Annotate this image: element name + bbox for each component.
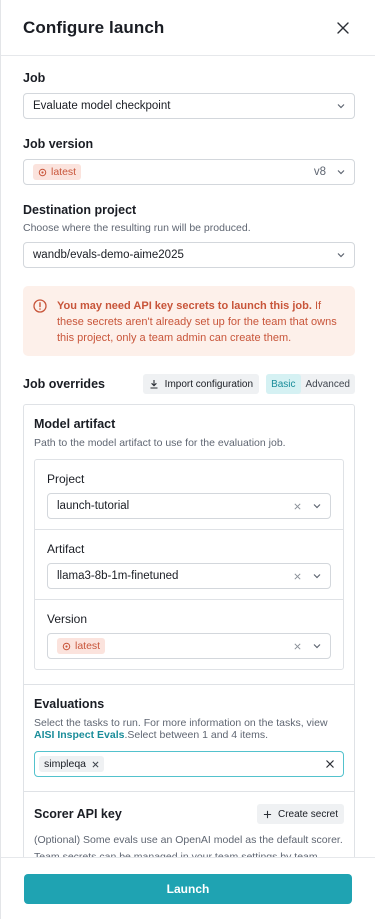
create-secret-button[interactable]: Create secret bbox=[256, 804, 344, 824]
destination-field: Destination project Choose where the res… bbox=[23, 203, 355, 268]
chevron-down-icon bbox=[313, 574, 321, 579]
scorer-help: (Optional) Some evals use an OpenAI mode… bbox=[34, 834, 343, 857]
launch-button[interactable]: Launch bbox=[24, 873, 352, 904]
chevron-down-icon bbox=[313, 504, 321, 509]
plus-icon bbox=[263, 810, 272, 818]
warning-bold: You may need API key secrets to launch t… bbox=[57, 300, 312, 312]
destination-label: Destination project bbox=[23, 203, 137, 217]
evaluations-help-suffix: .Select between 1 and 4 items. bbox=[124, 729, 269, 741]
evaluations-help-prefix: Select the tasks to run. For more inform… bbox=[34, 717, 328, 729]
job-version-field: Job version latest v8 bbox=[23, 137, 355, 185]
artifact-name-select[interactable]: llama3-8b-1m-finetuned bbox=[47, 563, 331, 589]
import-configuration-button[interactable]: Import configuration bbox=[142, 374, 260, 394]
mode-basic-tab[interactable]: Basic bbox=[266, 374, 301, 394]
create-secret-label: Create secret bbox=[277, 808, 338, 820]
destination-select[interactable]: wandb/evals-demo-aime2025 bbox=[23, 242, 355, 268]
clear-icon[interactable] bbox=[293, 572, 302, 581]
artifact-project-value: launch-tutorial bbox=[57, 500, 130, 512]
warning-icon bbox=[33, 299, 47, 313]
artifact-version-select[interactable]: latest bbox=[47, 633, 331, 659]
evaluations-section: Evaluations Select the tasks to run. For… bbox=[24, 684, 354, 791]
chevron-down-icon bbox=[313, 644, 321, 649]
clear-all-icon[interactable] bbox=[325, 759, 335, 769]
artifact-version-row: Version latest bbox=[35, 599, 343, 669]
drawer-footer: Launch bbox=[1, 857, 375, 919]
latest-tag-label: latest bbox=[75, 640, 101, 652]
job-select-value: Evaluate model checkpoint bbox=[33, 100, 171, 112]
destination-help: Choose where the resulting run will be p… bbox=[23, 222, 251, 234]
scorer-api-key-section: Scorer API key Create secret (Optional) … bbox=[24, 791, 354, 857]
drawer-title: Configure launch bbox=[23, 17, 165, 37]
close-icon bbox=[337, 21, 349, 34]
remove-chip-icon[interactable] bbox=[92, 761, 99, 768]
chevron-down-icon bbox=[337, 170, 345, 175]
api-key-warning: You may need API key secrets to launch t… bbox=[23, 286, 355, 356]
artifact-version-label: Version bbox=[47, 612, 88, 626]
alias-icon bbox=[62, 642, 71, 650]
destination-select-value: wandb/evals-demo-aime2025 bbox=[33, 249, 184, 261]
job-select[interactable]: Evaluate model checkpoint bbox=[23, 93, 355, 119]
drawer-body[interactable]: Job Evaluate model checkpoint Job versio… bbox=[1, 57, 375, 857]
job-version-select[interactable]: latest v8 bbox=[23, 159, 355, 185]
chevron-down-icon bbox=[337, 253, 345, 258]
chevron-down-icon bbox=[337, 104, 345, 109]
model-artifact-section: Model artifact Path to the model artifac… bbox=[24, 405, 354, 684]
scorer-api-key-label: Scorer API key bbox=[34, 807, 122, 821]
artifact-name-value: llama3-8b-1m-finetuned bbox=[57, 570, 179, 582]
latest-tag: latest bbox=[57, 638, 106, 654]
aisi-inspect-evals-link[interactable]: AISI Inspect Evals bbox=[34, 729, 124, 741]
job-label: Job bbox=[23, 71, 46, 85]
latest-tag-label: latest bbox=[51, 166, 77, 178]
artifact-project-select[interactable]: launch-tutorial bbox=[47, 493, 331, 519]
job-version-label: Job version bbox=[23, 137, 94, 151]
evaluation-chip-label: simpleqa bbox=[44, 758, 87, 770]
evaluation-chip: simpleqa bbox=[39, 756, 105, 772]
artifact-project-label: Project bbox=[47, 472, 85, 486]
download-icon bbox=[150, 380, 158, 389]
clear-icon[interactable] bbox=[293, 642, 302, 651]
job-overrides-header: Job overrides Import configuration Basic… bbox=[23, 374, 355, 394]
artifact-name-label: Artifact bbox=[47, 542, 85, 556]
close-button[interactable] bbox=[331, 16, 355, 40]
import-configuration-label: Import configuration bbox=[164, 378, 254, 390]
warning-text: You may need API key secrets to launch t… bbox=[57, 298, 345, 346]
artifact-picker: Project launch-tutorial Artifact llama3-… bbox=[34, 459, 344, 670]
model-artifact-label: Model artifact bbox=[34, 417, 116, 431]
alias-icon bbox=[38, 168, 47, 176]
mode-toggle: Basic Advanced bbox=[266, 374, 355, 394]
mode-advanced-tab[interactable]: Advanced bbox=[301, 374, 355, 394]
evaluations-help: Select the tasks to run. For more inform… bbox=[34, 717, 344, 741]
model-artifact-help: Path to the model artifact to use for th… bbox=[34, 437, 286, 449]
configure-launch-drawer: Configure launch Job Evaluate model chec… bbox=[0, 0, 375, 919]
artifact-project-row: Project launch-tutorial bbox=[35, 460, 343, 529]
evaluations-multiselect[interactable]: simpleqa bbox=[34, 751, 344, 777]
clear-icon[interactable] bbox=[293, 502, 302, 511]
latest-tag: latest bbox=[33, 164, 82, 180]
version-number: v8 bbox=[313, 166, 326, 178]
artifact-name-row: Artifact llama3-8b-1m-finetuned bbox=[35, 529, 343, 599]
job-field: Job Evaluate model checkpoint bbox=[23, 71, 355, 119]
drawer-header: Configure launch bbox=[1, 0, 375, 56]
overrides-form: Model artifact Path to the model artifac… bbox=[23, 404, 355, 857]
evaluations-label: Evaluations bbox=[34, 697, 105, 711]
job-overrides-label: Job overrides bbox=[23, 377, 105, 391]
